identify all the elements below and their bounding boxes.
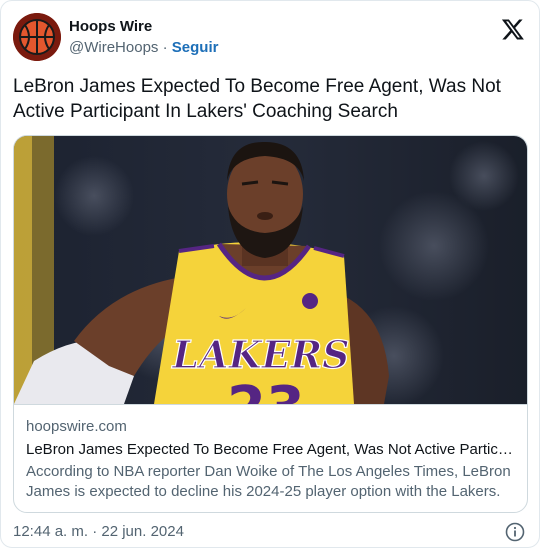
tweet-footer: 12:44 a. m. · 22 jun. 2024 [13, 522, 527, 544]
tweet-text: LeBron James Expected To Become Free Age… [13, 76, 501, 122]
author-info: Hoops Wire @WireHoops · Seguir [69, 17, 218, 57]
avatar[interactable] [13, 13, 61, 61]
link-description: According to NBA reporter Dan Woike of T… [26, 463, 511, 500]
link-domain: hoopswire.com [26, 418, 127, 435]
x-logo-icon[interactable] [501, 17, 525, 41]
info-icon[interactable] [505, 522, 525, 542]
tweet-card: Hoops Wire @WireHoops · Seguir LeBron Ja… [0, 0, 540, 548]
link-preview-meta: hoopswire.com LeBron James Expected To B… [14, 404, 527, 512]
tweet-header: Hoops Wire @WireHoops · Seguir [13, 13, 527, 61]
author-display-name[interactable]: Hoops Wire [69, 17, 218, 36]
link-title[interactable]: LeBron James Expected To Become Free Age… [26, 440, 516, 460]
separator: · [162, 39, 168, 56]
basketball-icon [13, 13, 61, 61]
author-handle[interactable]: @WireHoops [69, 39, 158, 56]
link-preview-card[interactable]: LAKERS 23 hoopswire.com LeBron James Exp… [13, 135, 528, 513]
jersey-text: LAKERS [171, 332, 349, 377]
follow-button[interactable]: Seguir [172, 39, 219, 56]
link-preview-image[interactable]: LAKERS 23 [14, 136, 527, 404]
jersey-number: 23 [227, 375, 305, 404]
player-photo: LAKERS 23 [14, 136, 527, 404]
author-handle-line: @WireHoops · Seguir [69, 38, 218, 57]
timestamp[interactable]: 12:44 a. m. · 22 jun. 2024 [13, 523, 184, 540]
